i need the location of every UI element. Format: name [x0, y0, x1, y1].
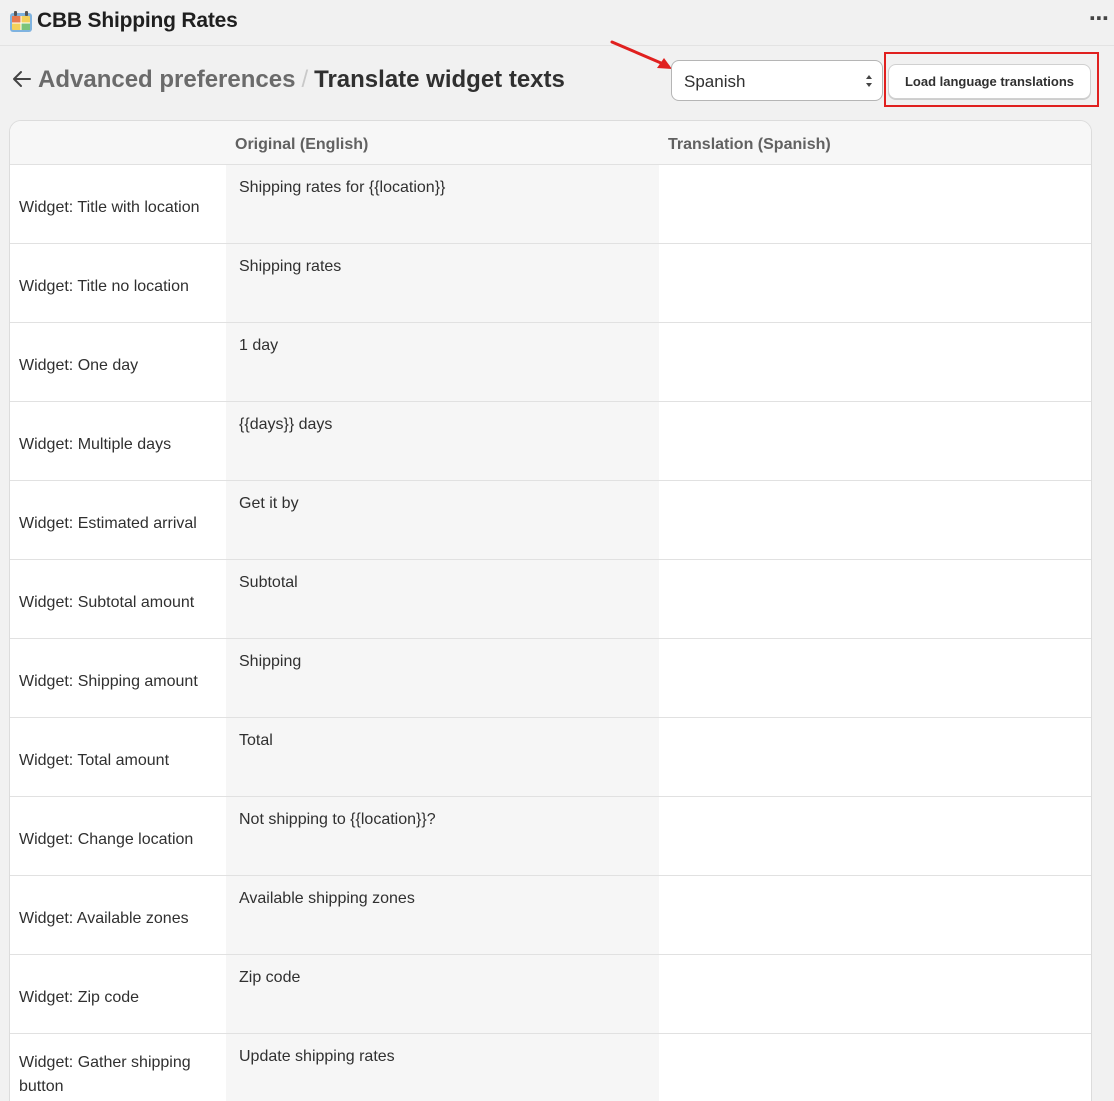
row-label: Widget: Title no location [19, 278, 189, 295]
row-label: Widget: Estimated arrival [19, 515, 197, 532]
original-text: Shipping rates for {{location}} [226, 165, 659, 243]
translation-input[interactable] [659, 639, 1091, 717]
column-header-translation: Translation (Spanish) [668, 136, 831, 153]
translation-input[interactable] [659, 955, 1091, 1033]
arrow-left-icon[interactable] [11, 68, 33, 90]
app-logo-icon [10, 11, 32, 32]
original-text: Subtotal [226, 560, 659, 638]
translation-input[interactable] [659, 244, 1091, 322]
translation-input[interactable] [659, 165, 1091, 243]
table-row: Widget: Multiple days {{days}} days [10, 402, 1091, 481]
row-label: Widget: Subtotal amount [19, 594, 195, 611]
more-horizontal-icon[interactable]: ⋯ [1088, 8, 1110, 30]
translation-input[interactable] [659, 876, 1091, 954]
table-row: Widget: Shipping amount Shipping [10, 639, 1091, 718]
table-body: Widget: Title with location Shipping rat… [10, 165, 1091, 1101]
row-label: Widget: One day [19, 357, 139, 374]
translation-input[interactable] [659, 1034, 1091, 1101]
table-row: Widget: Estimated arrival Get it by [10, 481, 1091, 560]
table-header: Original (English) Translation (Spanish) [10, 121, 1091, 165]
original-text: Shipping rates [226, 244, 659, 322]
row-label: Widget: Zip code [19, 989, 140, 1006]
row-label: Widget: Total amount [19, 752, 170, 769]
app-title: CBB Shipping Rates [37, 9, 238, 32]
column-header-original: Original (English) [235, 136, 369, 153]
row-label: Widget: Change location [19, 831, 194, 848]
select-caret-icon [866, 75, 872, 87]
table-row: Widget: Available zones Available shippi… [10, 876, 1091, 955]
table-row: Widget: Subtotal amount Subtotal [10, 560, 1091, 639]
original-text: Zip code [226, 955, 659, 1033]
original-text: Total [226, 718, 659, 796]
original-text: Get it by [226, 481, 659, 559]
translation-input[interactable] [659, 797, 1091, 875]
breadcrumb-parent-link[interactable]: Advanced preferences [38, 66, 295, 93]
original-text: Not shipping to {{location}}? [226, 797, 659, 875]
original-text: Shipping [226, 639, 659, 717]
language-select-value: Spanish [684, 72, 746, 91]
row-label: Widget: Available zones [19, 910, 189, 927]
language-select[interactable]: Spanish [671, 60, 883, 101]
load-language-translations-button[interactable]: Load language translations [888, 64, 1091, 99]
translation-input[interactable] [659, 718, 1091, 796]
original-text: Update shipping rates [226, 1034, 659, 1101]
table-row: Widget: Gather shipping button Update sh… [10, 1034, 1091, 1101]
translation-input[interactable] [659, 560, 1091, 638]
translations-table: Original (English) Translation (Spanish)… [9, 120, 1092, 1101]
translation-input[interactable] [659, 402, 1091, 480]
table-row: Widget: Zip code Zip code [10, 955, 1091, 1034]
app-bar: CBB Shipping Rates ⋯ [0, 0, 1114, 46]
table-row: Widget: Title no location Shipping rates [10, 244, 1091, 323]
original-text: {{days}} days [226, 402, 659, 480]
translation-input[interactable] [659, 481, 1091, 559]
row-label: Widget: Title with location [19, 199, 200, 216]
breadcrumb-separator: / [301, 66, 309, 93]
translation-input[interactable] [659, 323, 1091, 401]
row-label: Widget: Shipping amount [19, 673, 198, 690]
original-text: Available shipping zones [226, 876, 659, 954]
breadcrumb: Advanced preferences / Translate widget te… [38, 66, 565, 94]
row-label: Widget: Multiple days [19, 436, 172, 453]
row-label: Widget: Gather shipping button [19, 1054, 191, 1095]
table-row: Widget: Title with location Shipping rat… [10, 165, 1091, 244]
table-row: Widget: Change location Not shipping to … [10, 797, 1091, 876]
table-row: Widget: One day 1 day [10, 323, 1091, 402]
table-row: Widget: Total amount Total [10, 718, 1091, 797]
original-text: 1 day [226, 323, 659, 401]
page-title: Translate widget texts [314, 66, 565, 93]
